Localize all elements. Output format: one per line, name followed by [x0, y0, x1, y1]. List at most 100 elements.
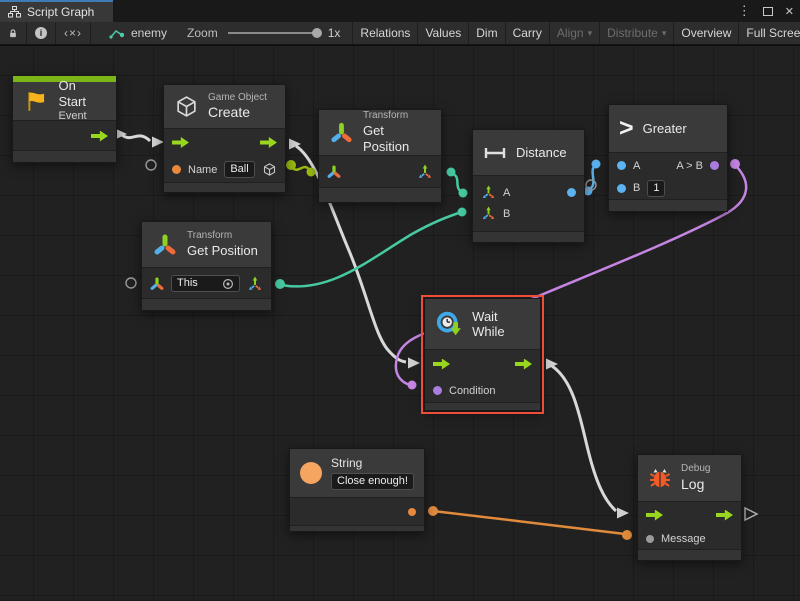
distance-icon	[483, 143, 507, 163]
node-category: Transform	[187, 230, 258, 243]
number-out-port[interactable]	[567, 188, 576, 197]
name-value-field[interactable]: Ball	[224, 161, 254, 178]
result-out-port[interactable]	[710, 161, 719, 170]
flow-out-port[interactable]	[716, 510, 733, 521]
port-b-label: B	[503, 208, 510, 220]
window-maximize-icon[interactable]	[763, 7, 773, 16]
node-wait-while[interactable]: Wait While Condition	[424, 298, 541, 411]
wire-onstart-to-create[interactable]	[122, 135, 150, 141]
graph-canvas[interactable]: On Start Event Game Object Create	[0, 45, 800, 600]
wire-endpoint-dot[interactable]	[408, 381, 417, 390]
transform-icon	[152, 232, 178, 258]
node-title: Create	[208, 104, 267, 122]
node-debug-log[interactable]: Debug Log Message	[637, 454, 742, 561]
overview-button[interactable]: Overview	[674, 22, 739, 44]
transform-in-port[interactable]	[150, 277, 164, 291]
flow-in-port[interactable]	[646, 510, 663, 521]
a-in-port[interactable]	[617, 161, 626, 170]
lock-button[interactable]	[0, 22, 27, 44]
wire-distance-to-greater[interactable]	[588, 165, 596, 190]
flow-out-port[interactable]	[91, 131, 108, 142]
wire-endpoint-dot[interactable]	[286, 160, 296, 170]
string-value-field[interactable]: Close enough!	[331, 473, 414, 490]
port-a-label: A	[503, 187, 510, 199]
node-string[interactable]: String Close enough!	[289, 448, 425, 532]
chevron-down-icon: ▾	[588, 28, 593, 39]
flag-icon	[23, 89, 49, 114]
port-b-label: B	[633, 182, 640, 194]
wire-endpoint-dot[interactable]	[459, 189, 468, 198]
node-title: Wait While	[472, 309, 530, 339]
node-create[interactable]: Game Object Create Name Ball	[163, 84, 286, 193]
flow-in-port[interactable]	[172, 137, 189, 148]
vector3-in-port-b[interactable]	[481, 206, 496, 221]
graph-breadcrumb[interactable]: enemy	[91, 22, 175, 44]
game-object-out-port[interactable]	[262, 162, 277, 177]
flow-in-port[interactable]	[433, 359, 450, 370]
tab-script-graph[interactable]: Script Graph	[0, 0, 113, 22]
fullscreen-button[interactable]: Full Screen	[739, 22, 800, 44]
wire-string-to-message[interactable]	[433, 511, 625, 534]
wire-getposition-to-distance-b[interactable]	[281, 212, 462, 286]
wire-endpoint-dot[interactable]	[592, 160, 601, 169]
window-menu-icon[interactable]: ⋮	[738, 3, 751, 19]
node-category: Transform	[363, 110, 431, 123]
wire-endpoint-dot[interactable]	[622, 530, 632, 540]
dim-button[interactable]: Dim	[469, 22, 505, 44]
wire-endpoint-dot[interactable]	[730, 159, 740, 169]
carry-button[interactable]: Carry	[506, 22, 550, 44]
object-picker-icon[interactable]	[222, 278, 234, 290]
node-distance[interactable]: Distance A B	[472, 129, 585, 243]
node-title: On Start	[58, 78, 106, 111]
node-footer	[142, 298, 271, 310]
inspector-button[interactable]: i	[27, 22, 56, 44]
cube-icon	[174, 94, 199, 119]
node-footer	[425, 402, 540, 410]
zoom-slider[interactable]	[228, 32, 318, 34]
relations-button[interactable]: Relations	[353, 22, 418, 44]
wire-waitwhile-to-log[interactable]	[552, 366, 616, 511]
transform-icon	[329, 120, 354, 146]
node-get-position-a[interactable]: Transform Get Position	[318, 109, 442, 203]
node-title: Get Position	[363, 123, 431, 156]
flow-arrowhead	[408, 358, 420, 369]
wire-endpoint-dot[interactable]	[275, 279, 285, 289]
greater-icon: >	[619, 116, 634, 141]
string-out-port[interactable]	[408, 508, 416, 516]
graph-node-icon	[109, 27, 124, 40]
graph-tab-icon	[8, 6, 21, 18]
node-greater[interactable]: > Greater A A > B B 1	[608, 104, 728, 212]
values-button[interactable]: Values	[418, 22, 469, 44]
node-footer	[13, 150, 116, 162]
wire-endpoint-dot[interactable]	[428, 506, 438, 516]
b-in-port[interactable]	[617, 184, 626, 193]
zoom-slider-handle[interactable]	[312, 28, 322, 38]
node-get-position-b[interactable]: Transform Get Position This	[141, 221, 272, 311]
window-close-icon[interactable]: ✕	[785, 5, 794, 18]
flow-out-port[interactable]	[260, 137, 277, 148]
titlebar: Script Graph ⋮ ✕	[0, 0, 800, 22]
transform-in-port[interactable]	[327, 165, 341, 179]
info-icon: i	[35, 27, 47, 39]
vector3-in-port-a[interactable]	[481, 185, 496, 200]
wire-endpoint-dot[interactable]	[307, 168, 316, 177]
unconnected-port-indicator	[146, 160, 156, 170]
bug-icon	[648, 466, 672, 490]
edit-source-button[interactable]: ‹×›	[56, 22, 91, 44]
condition-in-port[interactable]	[433, 386, 442, 395]
name-input-port[interactable]	[172, 165, 181, 174]
target-field[interactable]: This	[171, 275, 240, 292]
condition-label: Condition	[449, 385, 495, 397]
vector3-out-port[interactable]	[247, 276, 263, 292]
vector3-out-port[interactable]	[417, 164, 433, 180]
node-on-start[interactable]: On Start Event	[12, 75, 117, 163]
node-category: Game Object	[208, 92, 267, 105]
message-in-port[interactable]	[646, 535, 654, 543]
zoom-label: Zoom	[187, 26, 218, 40]
graph-toolbar: i ‹×› enemy Zoom 1x Relations Values Dim…	[0, 22, 800, 45]
wire-endpoint-dot[interactable]	[447, 168, 456, 177]
wire-endpoint-dot[interactable]	[458, 208, 467, 217]
flow-out-port[interactable]	[515, 359, 532, 370]
node-footer	[319, 187, 441, 202]
b-value-field[interactable]: 1	[647, 180, 665, 197]
